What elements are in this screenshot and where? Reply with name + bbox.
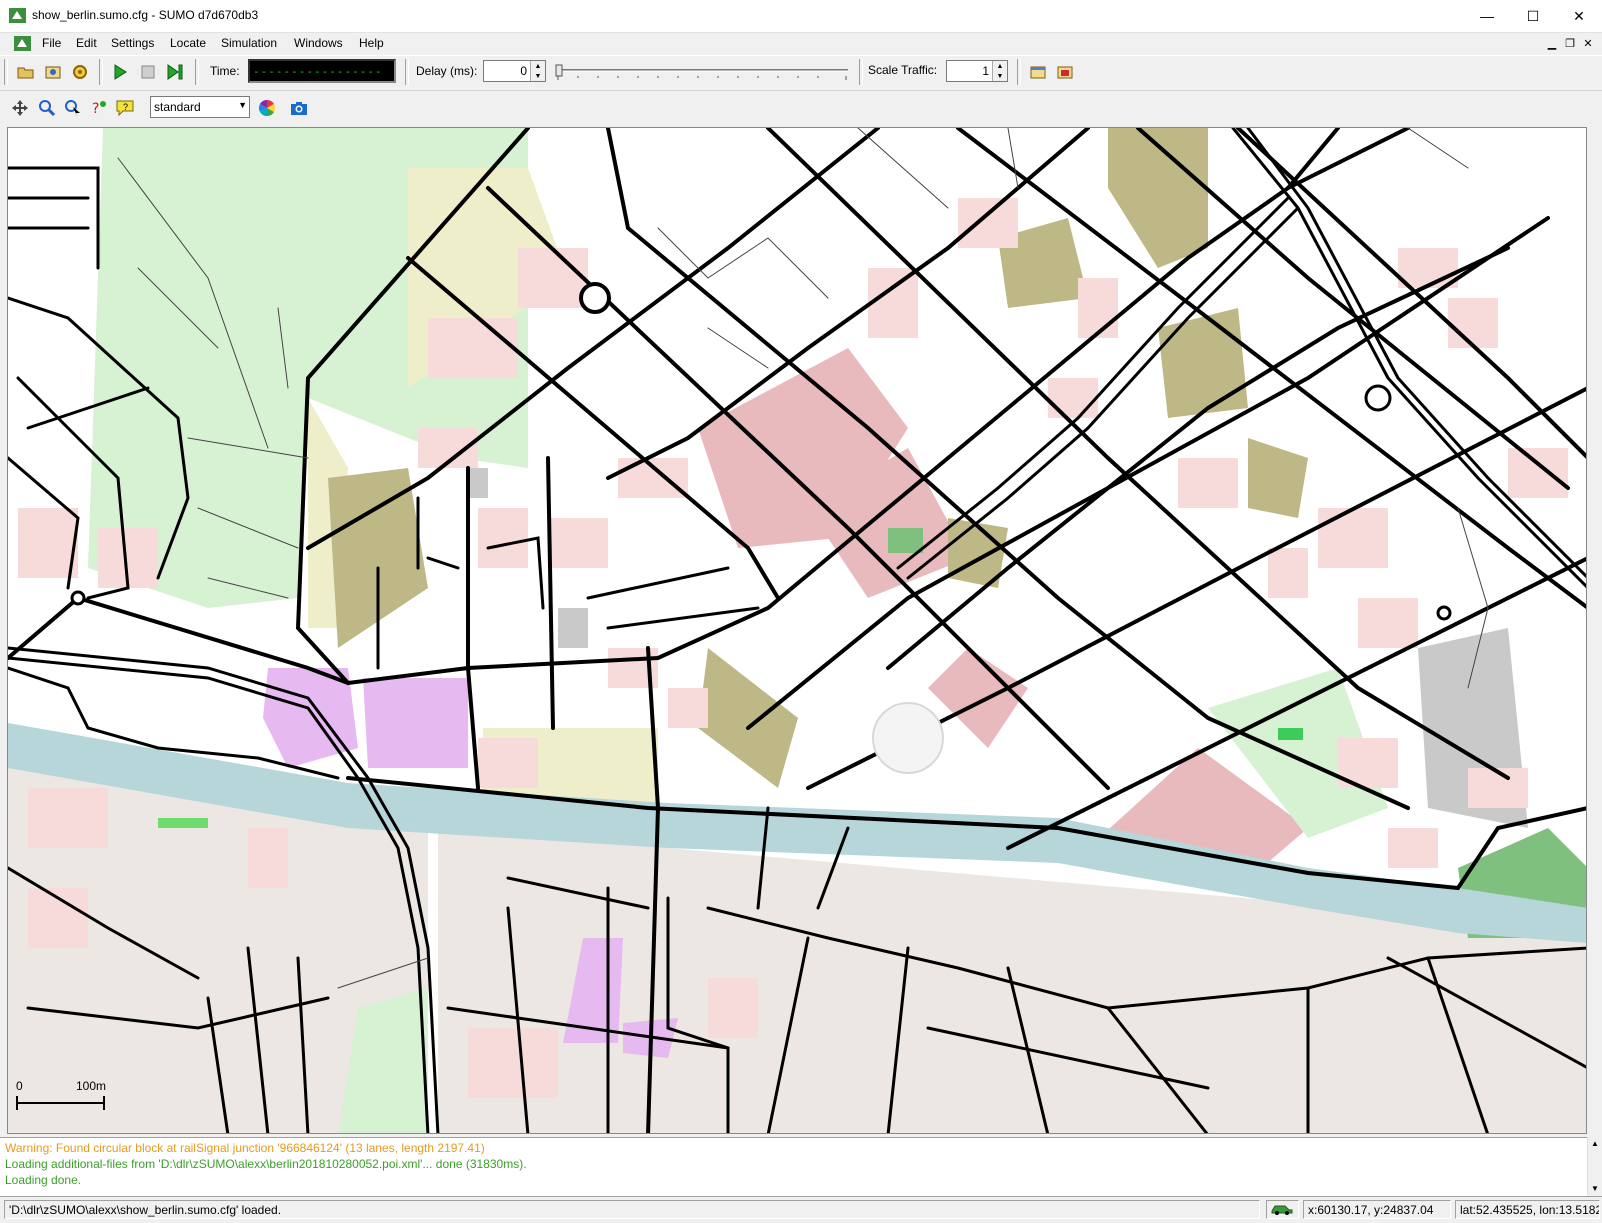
warning-message: Warning: Found circular block at railSig…	[5, 1141, 485, 1155]
menu-help[interactable]: Help	[359, 36, 384, 50]
view-toolbar: ? ? standard ▼	[0, 90, 1602, 125]
stop-simulation-icon[interactable]	[136, 60, 160, 84]
window-title: show_berlin.sumo.cfg - SUMO d7d670db3	[32, 8, 259, 22]
network-map-view[interactable]: 0 100m	[7, 127, 1587, 1134]
delay-spinner[interactable]: 0 ▲ ▼	[483, 60, 546, 82]
toolbar-separator	[1017, 59, 1021, 85]
sumo-menu-icon[interactable]	[14, 36, 31, 51]
toolbar-separator	[859, 59, 863, 85]
spin-down-icon[interactable]: ▼	[530, 71, 545, 81]
cursor-coordinates-xy: x:60130.17, y:24837.04	[1303, 1200, 1451, 1219]
maximize-button[interactable]: ☐	[1510, 0, 1556, 32]
step-simulation-icon[interactable]	[163, 60, 187, 84]
run-simulation-icon[interactable]	[108, 60, 132, 84]
cursor-coordinates-latlon: lat:52.435525, lon:13.518237	[1455, 1200, 1600, 1219]
menu-bar: File Edit Settings Locate Simulation Win…	[0, 33, 1602, 55]
scale-zero-label: 0	[16, 1079, 23, 1093]
main-toolbar: Time: ----------------- Delay (ms): 0 ▲ …	[0, 55, 1602, 89]
message-scrollbar[interactable]: ▲ ▼	[1587, 1137, 1602, 1195]
mdi-restore-icon[interactable]: ❐	[1562, 35, 1578, 51]
svg-text:?: ?	[92, 101, 99, 117]
spin-down-icon[interactable]: ▼	[992, 71, 1007, 81]
delay-label: Delay (ms):	[416, 64, 478, 78]
menu-simulation[interactable]: Simulation	[221, 36, 277, 50]
loading-message: Loading additional-files from 'D:\dlr\zS…	[5, 1157, 527, 1171]
tooltip-toggle-icon[interactable]: ?	[113, 96, 137, 120]
car-icon	[1271, 1205, 1293, 1215]
delay-slider[interactable]	[554, 62, 850, 84]
message-window: Warning: Found circular block at railSig…	[0, 1137, 1587, 1196]
edit-breakpoints-icon[interactable]: ?	[87, 96, 111, 120]
menu-settings[interactable]: Settings	[111, 36, 154, 50]
new-view-icon[interactable]	[1026, 60, 1050, 84]
map-scrollbar[interactable]	[1587, 127, 1602, 1134]
spin-up-icon[interactable]: ▲	[992, 61, 1007, 71]
network-map-canvas[interactable]: 0 100m	[8, 128, 1587, 1134]
sumo-app-icon	[9, 8, 26, 23]
toolbar-separator	[99, 59, 103, 85]
new-3d-view-icon[interactable]	[1053, 60, 1077, 84]
scale-traffic-value: 1	[982, 64, 989, 78]
spin-up-icon[interactable]: ▲	[530, 61, 545, 71]
chevron-down-icon[interactable]: ▼	[238, 100, 247, 110]
visualization-scheme-select[interactable]: standard ▼	[150, 96, 250, 118]
time-display: -----------------	[248, 59, 396, 83]
vehicle-type-button[interactable]	[1266, 1200, 1299, 1219]
minimize-button[interactable]: —	[1464, 0, 1510, 32]
close-button[interactable]: ✕	[1556, 0, 1602, 32]
toolbar-separator	[405, 59, 409, 85]
edit-coloring-icon[interactable]	[255, 96, 279, 120]
scheme-selected-value: standard	[154, 100, 201, 114]
menu-locate[interactable]: Locate	[170, 36, 206, 50]
status-message: 'D:\dlr\zSUMO\alexx\show_berlin.sumo.cfg…	[4, 1200, 1260, 1219]
zoom-magnifier-icon[interactable]	[35, 96, 59, 120]
open-folder-icon[interactable]	[14, 60, 38, 84]
scroll-up-icon[interactable]: ▲	[1591, 1139, 1599, 1148]
toolbar-grip	[4, 59, 8, 85]
loading-done-message: Loading done.	[5, 1173, 82, 1187]
menu-edit[interactable]: Edit	[76, 36, 97, 50]
scroll-down-icon[interactable]: ▼	[1591, 1184, 1599, 1193]
open-network-icon[interactable]	[41, 60, 65, 84]
menu-file[interactable]: File	[42, 36, 61, 50]
delay-value: 0	[520, 64, 527, 78]
scale-traffic-spinner[interactable]: 1 ▲ ▼	[946, 60, 1008, 82]
recenter-view-icon[interactable]	[8, 96, 32, 120]
locate-icon[interactable]	[61, 96, 85, 120]
reload-icon[interactable]	[68, 60, 92, 84]
toolbar-separator	[195, 59, 199, 85]
mdi-minimize-icon[interactable]: ▁	[1544, 35, 1560, 51]
svg-text:?: ?	[123, 102, 128, 112]
status-bar: 'D:\dlr\zSUMO\alexx\show_berlin.sumo.cfg…	[0, 1196, 1602, 1223]
camera-screenshot-icon[interactable]	[287, 96, 311, 120]
scale-traffic-label: Scale Traffic:	[868, 63, 938, 77]
time-label: Time:	[210, 64, 240, 78]
mdi-close-icon[interactable]: ✕	[1580, 35, 1596, 51]
title-bar: show_berlin.sumo.cfg - SUMO d7d670db3 — …	[0, 0, 1602, 33]
menu-windows[interactable]: Windows	[294, 36, 343, 50]
scale-distance-label: 100m	[76, 1079, 106, 1093]
